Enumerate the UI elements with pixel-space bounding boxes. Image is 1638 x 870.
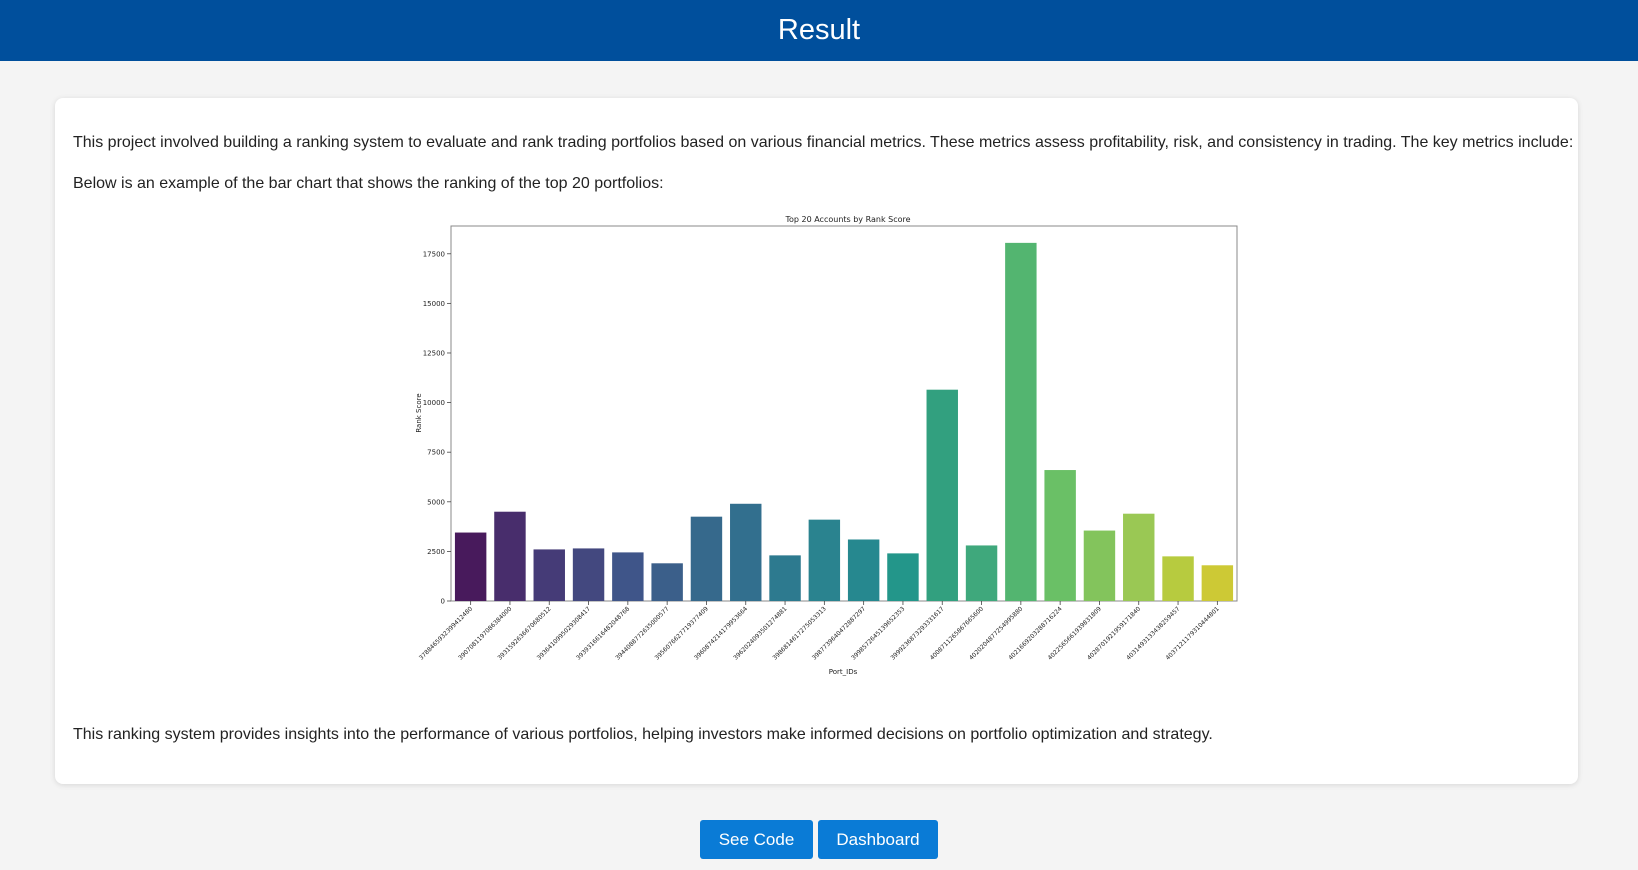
bar-10 — [808, 519, 841, 601]
bar-1 — [454, 532, 487, 601]
bar-8 — [730, 503, 762, 601]
bar-chart-svg: Top 20 Accounts by Rank Score Rank Score… — [415, 215, 1238, 676]
y-tick-label: 15000 — [423, 300, 445, 308]
bar-12 — [887, 553, 919, 601]
bar-6 — [651, 563, 683, 601]
bar-19 — [1162, 556, 1194, 601]
bar-3 — [533, 549, 565, 601]
page-title: Result — [777, 14, 861, 46]
action-buttons: See Code Dashboard — [0, 820, 1638, 859]
bar-13 — [926, 389, 958, 601]
y-tick-label: 10000 — [423, 399, 445, 407]
bar-17 — [1083, 530, 1116, 601]
dashboard-button[interactable]: Dashboard — [818, 820, 938, 859]
see-code-button[interactable]: See Code — [700, 820, 813, 859]
conclusion-paragraph: This ranking system provides insights in… — [73, 726, 1213, 743]
bar-11 — [847, 539, 880, 601]
bar-2 — [494, 511, 526, 601]
chart-title: Top 20 Accounts by Rank Score — [784, 215, 910, 224]
x-axis-label: Port_IDs — [829, 668, 858, 676]
bar-15 — [1005, 242, 1037, 601]
intro-paragraph: This project involved building a ranking… — [73, 134, 1574, 151]
y-tick-label: 5000 — [427, 498, 445, 506]
bar-14 — [965, 545, 998, 601]
bar-16 — [1044, 470, 1076, 601]
chart-intro-paragraph: Below is an example of the bar chart tha… — [73, 175, 664, 192]
y-tick-label: 17500 — [423, 250, 445, 258]
y-tick-label: 12500 — [423, 349, 445, 357]
bar-18 — [1123, 513, 1155, 601]
bar-20 — [1201, 565, 1234, 601]
y-tick-label: 2500 — [427, 548, 445, 556]
plot-frame — [450, 225, 1238, 602]
header-bar: Result — [0, 0, 1638, 61]
bar-9 — [769, 555, 801, 601]
rank-score-chart: Top 20 Accounts by Rank Score Rank Score… — [401, 211, 1301, 716]
bar-5 — [612, 552, 644, 601]
y-tick-label: 0 — [441, 598, 445, 606]
y-tick-label: 7500 — [427, 449, 445, 457]
result-card: This project involved building a ranking… — [55, 98, 1578, 784]
bar-7 — [690, 516, 723, 601]
bar-4 — [572, 548, 605, 601]
